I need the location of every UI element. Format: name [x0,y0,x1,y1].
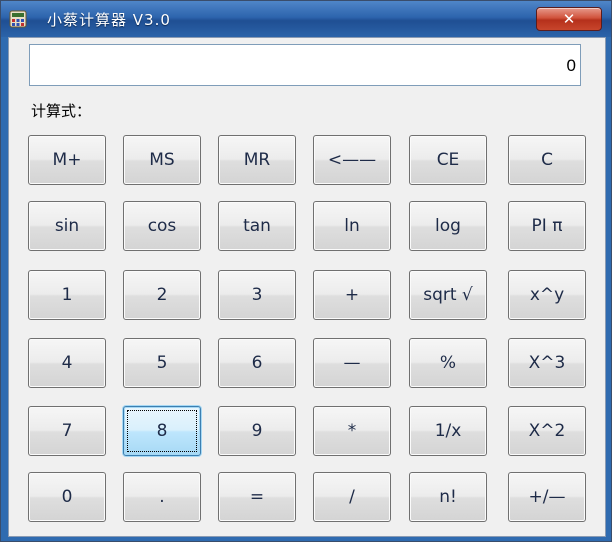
backspace-button[interactable]: <—— [313,135,391,185]
equals-button[interactable]: = [218,472,296,522]
calculator-window: 小蔡计算器 V3.0 ✕ 0 计算式： M+ MS MR <—— CE Csin cos ta… [0,0,612,542]
clear-button[interactable]: C [508,135,586,185]
power-button[interactable]: x^y [508,270,586,320]
digit-9-button[interactable]: 9 [218,406,296,456]
clear-entry-button[interactable]: CE [409,135,487,185]
title-bar[interactable]: 小蔡计算器 V3.0 ✕ [1,1,611,37]
memory-recall-button[interactable]: MR [218,135,296,185]
digit-4-button[interactable]: 4 [28,338,106,388]
sqrt-button[interactable]: sqrt √ [409,270,487,320]
percent-button[interactable]: % [409,338,487,388]
negate-button[interactable]: +/— [508,472,586,522]
digit-6-button[interactable]: 6 [218,338,296,388]
digit-8-button[interactable]: 8 [123,406,201,456]
expression-label: 计算式： [31,102,92,120]
digit-3-button[interactable]: 3 [218,270,296,320]
decimal-button[interactable]: . [123,472,201,522]
digit-2-button[interactable]: 2 [123,270,201,320]
cos-button[interactable]: cos [123,201,201,251]
memory-store-button[interactable]: MS [123,135,201,185]
memory-add-button[interactable]: M+ [28,135,106,185]
square-button[interactable]: X^2 [508,406,586,456]
add-button[interactable]: + [313,270,391,320]
calculator-app-icon [9,10,27,28]
result-display[interactable]: 0 [29,44,581,86]
divide-button[interactable]: / [313,472,391,522]
digit-1-button[interactable]: 1 [28,270,106,320]
window-title: 小蔡计算器 V3.0 [47,11,171,29]
tan-button[interactable]: tan [218,201,296,251]
pi-button[interactable]: PI π [508,201,586,251]
digit-5-button[interactable]: 5 [123,338,201,388]
factorial-button[interactable]: n! [409,472,487,522]
cube-button[interactable]: X^3 [508,338,586,388]
reciprocal-button[interactable]: 1/x [409,406,487,456]
digit-0-button[interactable]: 0 [28,472,106,522]
subtract-button[interactable]: — [313,338,391,388]
multiply-button[interactable]: * [313,406,391,456]
log-button[interactable]: log [409,201,487,251]
sin-button[interactable]: sin [28,201,106,251]
digit-7-button[interactable]: 7 [28,406,106,456]
close-button[interactable]: ✕ [536,7,602,31]
ln-button[interactable]: ln [313,201,391,251]
calculator-body: 0 计算式： M+ MS MR <—— CE Csin cos tan ln log PI π 123… [8,37,606,537]
